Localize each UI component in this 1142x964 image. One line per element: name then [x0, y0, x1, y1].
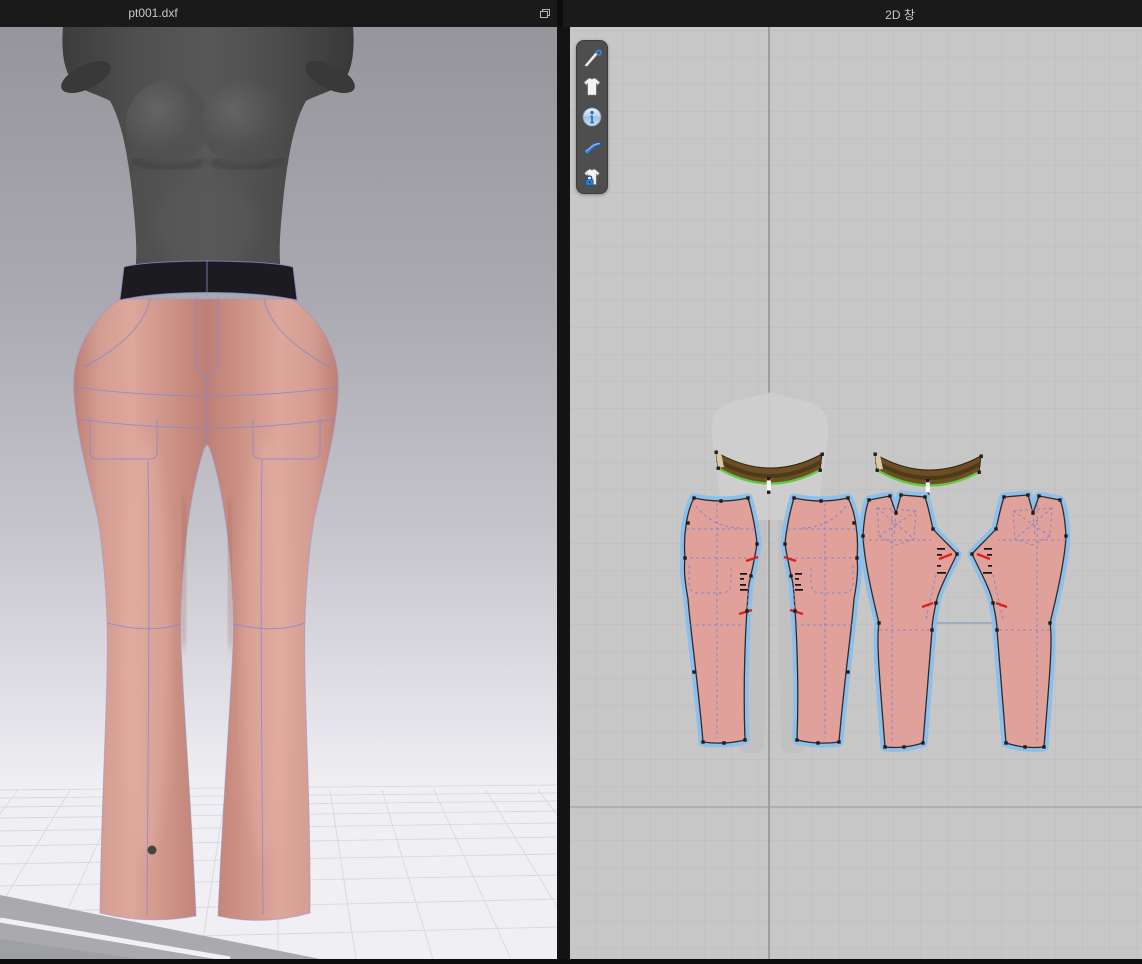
3d-scene [0, 27, 557, 959]
restore-window-icon[interactable] [540, 9, 549, 17]
fabric-swatch-icon[interactable] [580, 135, 604, 159]
garment-shirt-icon[interactable] [580, 75, 604, 99]
2d-viewport[interactable] [570, 27, 1142, 959]
2d-toolbar [576, 40, 608, 194]
3d-window-title: pt001.dxf [128, 6, 177, 20]
pattern-grid [570, 27, 1142, 959]
2d-window-title: 2D 창 [885, 6, 915, 23]
2d-scene [570, 27, 1142, 959]
pin-dot [148, 846, 157, 855]
2d-window-titlebar: 2D 창 [563, 0, 1142, 28]
needle-thread-tool-icon[interactable] [580, 45, 604, 69]
3d-viewport[interactable] [0, 27, 557, 959]
panel-divider[interactable] [557, 27, 570, 959]
3d-window-titlebar: pt001.dxf [0, 0, 557, 28]
garment-lock-icon[interactable] [580, 165, 604, 189]
info-icon[interactable] [580, 105, 604, 129]
